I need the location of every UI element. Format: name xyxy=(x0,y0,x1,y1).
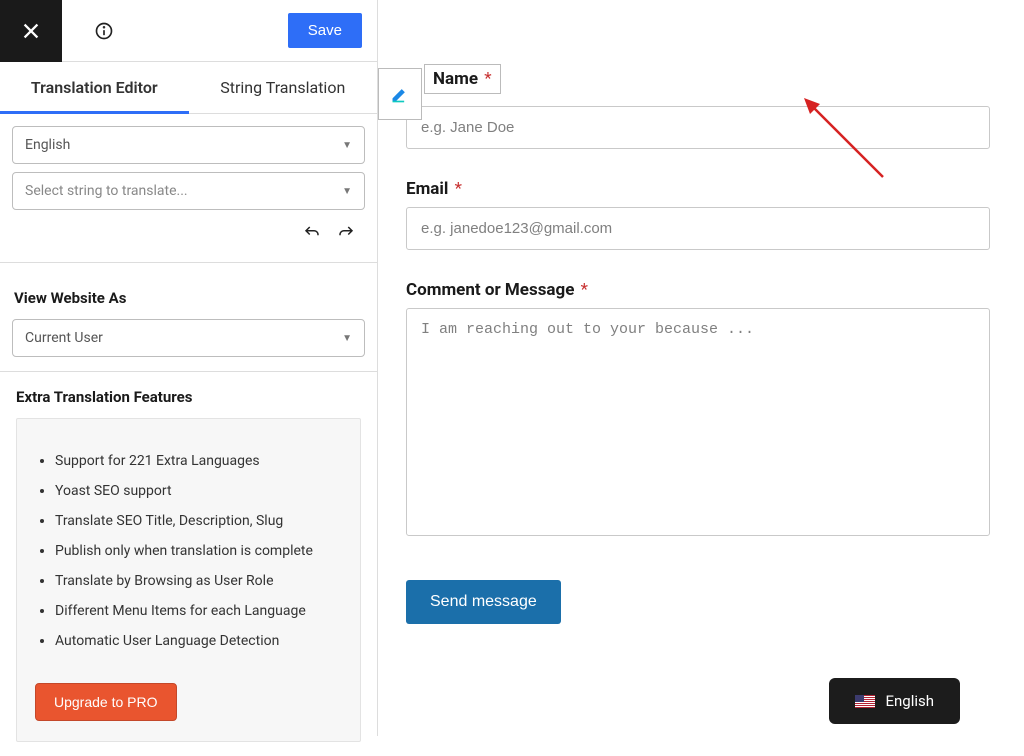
language-switcher[interactable]: English xyxy=(829,678,960,724)
tab-translation-editor[interactable]: Translation Editor xyxy=(0,62,189,113)
language-switcher-label: English xyxy=(885,692,934,710)
upgrade-button[interactable]: Upgrade to PRO xyxy=(35,683,177,721)
language-select[interactable]: English ▼ xyxy=(12,126,365,164)
pencil-icon xyxy=(390,84,410,104)
close-button[interactable] xyxy=(0,0,62,62)
extra-features-title: Extra Translation Features xyxy=(16,388,361,406)
string-select-placeholder: Select string to translate... xyxy=(25,183,188,199)
comment-textarea[interactable] xyxy=(406,308,990,536)
email-input[interactable] xyxy=(406,207,990,250)
comment-label: Comment or Message * xyxy=(406,280,990,300)
extra-features-section: Extra Translation Features Support for 2… xyxy=(0,388,377,756)
view-as-value: Current User xyxy=(25,330,103,346)
email-label: Email * xyxy=(406,179,990,199)
close-icon xyxy=(20,20,42,42)
tabs: Translation Editor String Translation xyxy=(0,62,377,114)
tab-string-translation[interactable]: String Translation xyxy=(189,62,378,113)
info-area xyxy=(62,21,288,41)
chevron-down-icon: ▼ xyxy=(342,140,352,151)
us-flag-icon xyxy=(855,695,875,708)
edit-chip[interactable] xyxy=(378,68,422,120)
save-button[interactable]: Save xyxy=(288,13,362,48)
main-preview: Name * Email * Comment or Message * Send… xyxy=(378,0,1024,736)
name-label-text: Name xyxy=(433,69,478,89)
string-select[interactable]: Select string to translate... ▼ xyxy=(12,172,365,210)
features-box: Support for 221 Extra Languages Yoast SE… xyxy=(16,418,361,742)
sidebar: Save Translation Editor String Translati… xyxy=(0,0,378,736)
list-item: Automatic User Language Detection xyxy=(55,633,342,649)
list-item: Translate by Browsing as User Role xyxy=(55,573,342,589)
list-item: Translate SEO Title, Description, Slug xyxy=(55,513,342,529)
features-list: Support for 221 Extra Languages Yoast SE… xyxy=(35,453,342,649)
name-label-highlight[interactable]: Name * xyxy=(424,64,501,94)
redo-icon[interactable] xyxy=(337,224,355,242)
view-website-title: View Website As xyxy=(14,289,363,307)
required-marker: * xyxy=(455,179,462,199)
name-input[interactable] xyxy=(406,106,990,149)
language-select-value: English xyxy=(25,137,70,153)
required-marker: * xyxy=(484,69,491,89)
undo-icon[interactable] xyxy=(303,224,321,242)
required-marker: * xyxy=(581,280,588,300)
chevron-down-icon: ▼ xyxy=(342,186,352,197)
view-as-select[interactable]: Current User ▼ xyxy=(12,319,365,357)
list-item: Publish only when translation is complet… xyxy=(55,543,342,559)
email-label-text: Email xyxy=(406,179,448,199)
list-item: Support for 221 Extra Languages xyxy=(55,453,342,469)
view-website-section: View Website As Current User ▼ xyxy=(0,263,377,371)
panel-selects: English ▼ Select string to translate... … xyxy=(0,114,377,262)
nav-arrows xyxy=(12,218,365,250)
comment-label-text: Comment or Message xyxy=(406,280,574,300)
list-item: Yoast SEO support xyxy=(55,483,342,499)
info-icon[interactable] xyxy=(94,21,114,41)
topbar: Save xyxy=(0,0,377,62)
list-item: Different Menu Items for each Language xyxy=(55,603,342,619)
send-button[interactable]: Send message xyxy=(406,580,561,624)
chevron-down-icon: ▼ xyxy=(342,333,352,344)
